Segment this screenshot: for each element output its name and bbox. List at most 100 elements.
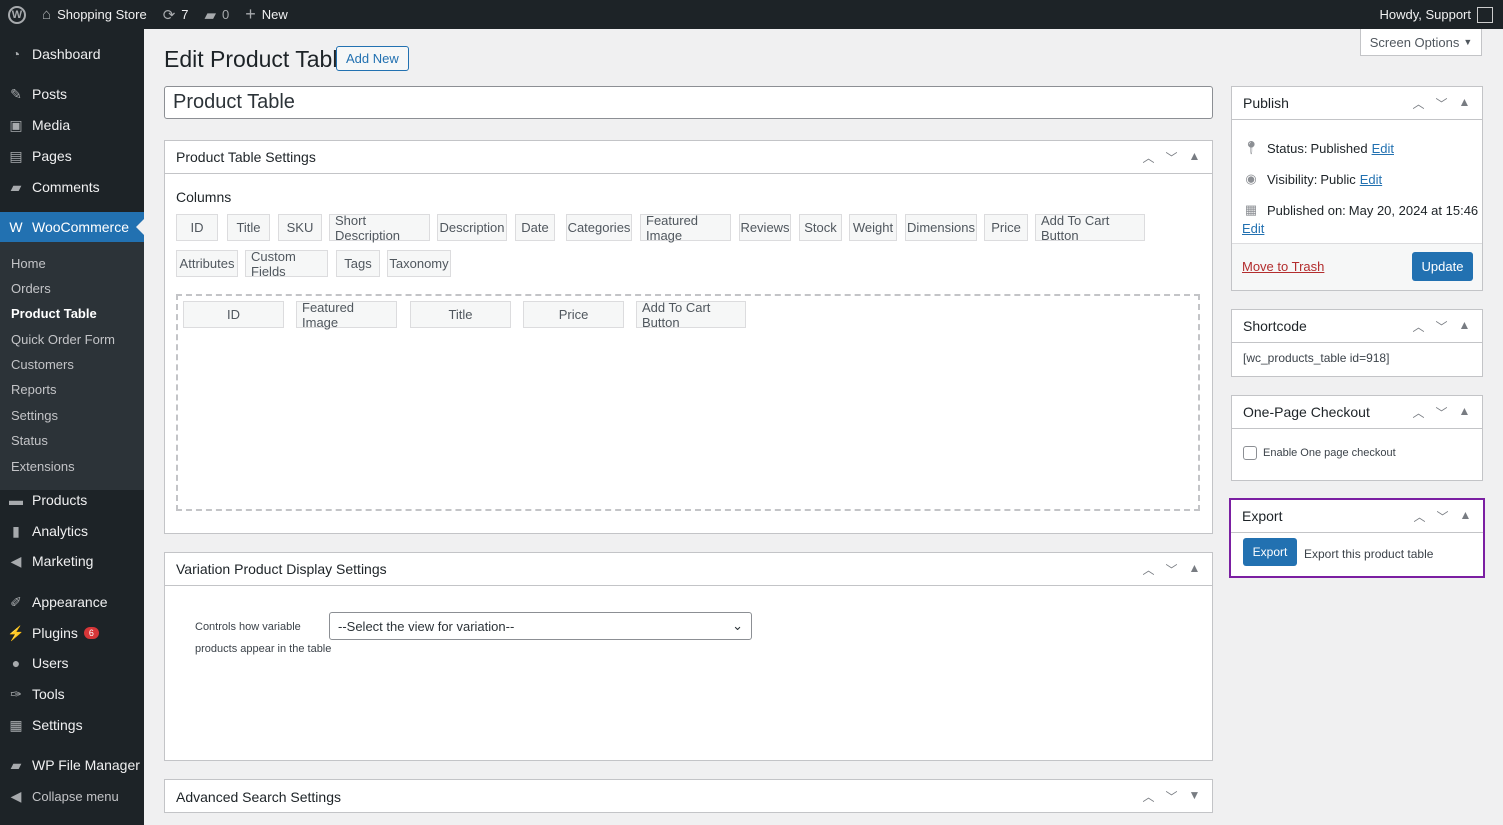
dashboard-icon: ◔ (11, 46, 21, 62)
submenu-item-extensions[interactable]: Extensions (11, 459, 75, 474)
column-option[interactable]: Short Description (329, 213, 430, 243)
submenu-item-settings[interactable]: Settings (11, 408, 58, 423)
export-button[interactable]: Export (1243, 538, 1297, 566)
move-up-icon[interactable]: ︿ (1142, 788, 1155, 805)
toggle-icon[interactable]: ▼ (1188, 788, 1201, 805)
edit-status-link[interactable]: Edit (1372, 141, 1394, 156)
submenu-item-product-table[interactable]: Product Table (11, 306, 97, 321)
move-up-icon[interactable]: ︿ (1142, 149, 1155, 166)
sidebar-item-plugins[interactable]: ⚡ Plugins 6 (0, 618, 144, 648)
submenu-item-reports[interactable]: Reports (11, 382, 57, 397)
column-option[interactable]: Reviews (739, 214, 791, 241)
column-option[interactable]: Weight (849, 214, 897, 241)
column-option[interactable]: ID (176, 214, 218, 241)
selected-columns-dropzone[interactable]: ID Featured Image Title Price Add To Cart Bu… (176, 294, 1200, 511)
column-option[interactable]: Description (437, 214, 507, 241)
column-option[interactable]: Add To Cart Button (1035, 213, 1145, 243)
move-to-trash-link[interactable]: Move to Trash (1242, 259, 1324, 274)
toggle-icon[interactable]: ▲ (1458, 404, 1471, 421)
toggle-icon[interactable]: ▲ (1188, 561, 1201, 578)
sidebar-item-comments[interactable]: ▰ Comments (0, 172, 144, 202)
variation-view-select[interactable]: --Select the view for variation-- ⌄ (329, 612, 752, 640)
sidebar-item-marketing[interactable]: ◀ Marketing (0, 546, 144, 576)
add-new-button[interactable]: Add New (336, 46, 409, 71)
sidebar-item-label: Products (32, 492, 88, 508)
move-up-icon[interactable]: ︿ (1142, 561, 1155, 578)
toggle-icon[interactable]: ▲ (1458, 95, 1471, 112)
plugins-update-badge: 6 (83, 627, 99, 639)
one-page-checkbox[interactable] (1243, 446, 1257, 460)
sidebar-item-posts[interactable]: ✎ Posts (0, 79, 144, 109)
column-option[interactable]: SKU (278, 214, 322, 241)
sidebar-item-label: Users (32, 655, 69, 671)
column-option[interactable]: Categories (566, 214, 632, 241)
caret-down-icon: ▼ (1463, 37, 1473, 47)
sidebar-item-woocommerce[interactable]: W WooCommerce (0, 212, 144, 242)
shortcode-value[interactable]: [wc_products_table id=918] (1243, 351, 1389, 365)
screen-options-button[interactable]: Screen Options ▼ (1360, 29, 1482, 56)
move-up-icon[interactable]: ︿ (1412, 318, 1425, 335)
column-option[interactable]: Title (227, 214, 270, 241)
column-option[interactable]: Tags (336, 250, 380, 277)
submenu-item-customers[interactable]: Customers (11, 357, 74, 372)
sidebar-item-dashboard[interactable]: ◔ Dashboard (0, 39, 144, 69)
account-menu[interactable]: Howdy, Support (1379, 6, 1503, 23)
column-option[interactable]: Dimensions (905, 214, 977, 241)
variation-settings-box: Variation Product Display Settings ︿ ﹀ ▲ Co… (164, 552, 1213, 761)
sidebar-item-tools[interactable]: ✑ Tools (0, 679, 144, 709)
sidebar-item-settings[interactable]: ▦ Settings (0, 710, 144, 740)
sidebar-item-appearance[interactable]: ✐ Appearance (0, 587, 144, 617)
column-option[interactable]: Attributes (176, 250, 238, 277)
move-down-icon[interactable]: ﹀ (1165, 561, 1178, 578)
sidebar-item-label: Comments (32, 179, 100, 195)
move-down-icon[interactable]: ﹀ (1165, 788, 1178, 805)
collapse-icon: ◀ (10, 787, 22, 804)
column-option[interactable]: Featured Image (640, 213, 731, 243)
submenu-item-home[interactable]: Home (11, 256, 46, 271)
submenu-item-orders[interactable]: Orders (11, 281, 51, 296)
sidebar-item-label: Collapse menu (32, 788, 119, 804)
selected-column[interactable]: ID (183, 301, 284, 328)
move-down-icon[interactable]: ﹀ (1435, 404, 1448, 421)
sidebar-item-label: Media (32, 117, 71, 133)
move-down-icon[interactable]: ﹀ (1165, 149, 1178, 166)
sidebar-item-products[interactable]: ▬ Products (0, 485, 144, 515)
wp-logo-icon[interactable]: W (0, 0, 34, 29)
sidebar-item-media[interactable]: ▣ Media (0, 110, 144, 140)
move-up-icon[interactable]: ︿ (1412, 95, 1425, 112)
sidebar-item-users[interactable]: ● Users (0, 648, 144, 678)
column-option[interactable]: Price (984, 214, 1028, 241)
sidebar-item-analytics[interactable]: ▮ Analytics (0, 516, 144, 546)
selected-column[interactable]: Featured Image (296, 300, 397, 330)
submenu-item-status[interactable]: Status (11, 433, 48, 448)
sidebar-item-wp-file-manager[interactable]: ▰ WP File Manager (0, 750, 144, 780)
box-title: Publish (1243, 95, 1289, 111)
toggle-icon[interactable]: ▲ (1458, 318, 1471, 335)
column-option[interactable]: Date (515, 214, 555, 241)
edit-visibility-link[interactable]: Edit (1360, 172, 1382, 187)
site-link[interactable]: ⌂ Shopping Store (34, 0, 155, 29)
sidebar-item-collapse-menu[interactable]: ◀ Collapse menu (0, 781, 144, 811)
new-link[interactable]: + New (237, 0, 296, 29)
toggle-icon[interactable]: ▲ (1188, 149, 1201, 166)
selected-column[interactable]: Add To Cart Button (636, 300, 746, 330)
move-up-icon[interactable]: ︿ (1413, 508, 1426, 525)
submenu-item-quick-order-form[interactable]: Quick Order Form (11, 332, 115, 347)
column-option[interactable]: Custom Fields (245, 249, 328, 279)
updates-link[interactable]: ⟳ 7 (155, 0, 197, 29)
toggle-icon[interactable]: ▲ (1459, 508, 1472, 525)
move-down-icon[interactable]: ﹀ (1436, 508, 1449, 525)
move-down-icon[interactable]: ﹀ (1435, 318, 1448, 335)
selected-column[interactable]: Price (523, 301, 624, 328)
update-button[interactable]: Update (1412, 252, 1473, 281)
move-down-icon[interactable]: ﹀ (1435, 95, 1448, 112)
archive-icon: ▬ (9, 492, 23, 508)
move-up-icon[interactable]: ︿ (1412, 404, 1425, 421)
column-option[interactable]: Taxonomy (387, 250, 451, 277)
title-input[interactable] (164, 86, 1213, 119)
selected-column[interactable]: Title (410, 301, 511, 328)
comments-link[interactable]: ▰ 0 (197, 0, 238, 29)
sidebar-item-pages[interactable]: ▤ Pages (0, 141, 144, 171)
edit-date-link[interactable]: Edit (1242, 221, 1264, 236)
column-option[interactable]: Stock (799, 214, 842, 241)
